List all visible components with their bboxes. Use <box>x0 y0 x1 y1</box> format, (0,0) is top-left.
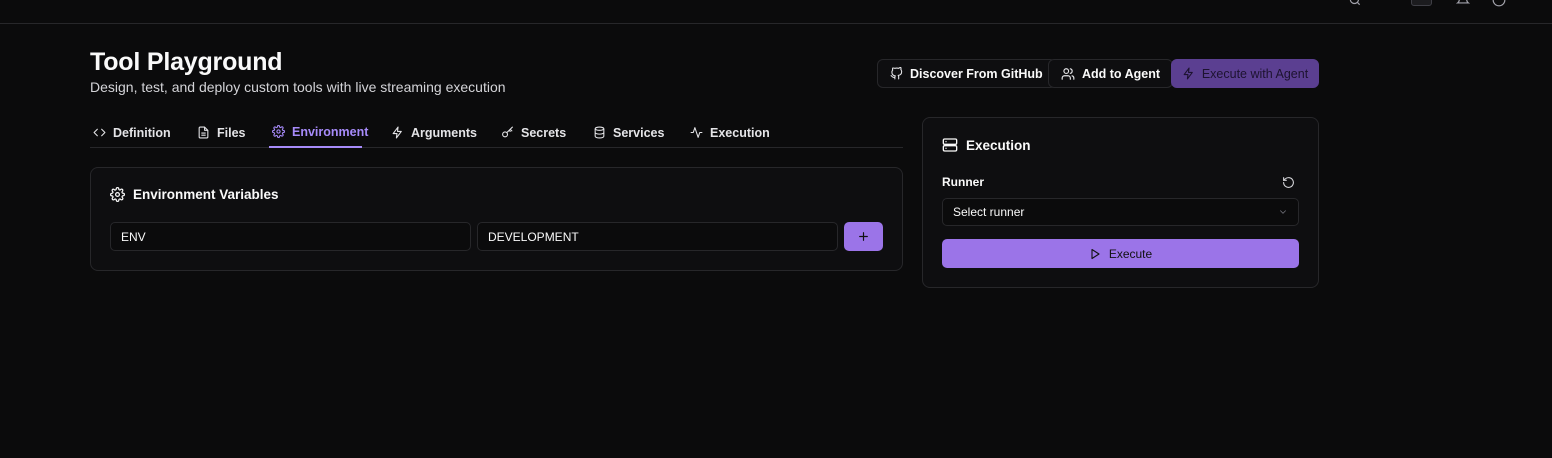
top-bar <box>0 0 1552 24</box>
tab-label: Environment <box>292 124 369 139</box>
env-key-input[interactable] <box>110 222 471 251</box>
tab-label: Execution <box>710 125 770 140</box>
tab-label: Arguments <box>411 125 477 140</box>
database-icon <box>593 126 606 139</box>
bolt-icon <box>1182 67 1195 80</box>
card-title: Environment Variables <box>133 187 279 202</box>
file-icon <box>197 126 210 139</box>
gear-icon <box>272 125 285 138</box>
add-to-agent-button[interactable]: Add to Agent <box>1048 59 1173 88</box>
runner-label: Runner <box>942 175 984 189</box>
refresh-icon[interactable] <box>1282 176 1295 189</box>
bell-icon[interactable] <box>1456 0 1470 7</box>
tab-environment[interactable]: Environment <box>269 117 368 148</box>
execute-with-agent-button[interactable]: Execute with Agent <box>1171 59 1319 88</box>
tab-secrets[interactable]: Secrets <box>498 117 569 148</box>
environment-variables-card <box>90 167 903 271</box>
execution-panel-header: Execution <box>942 137 1031 153</box>
code-icon <box>93 126 106 139</box>
runner-select[interactable]: Select runner <box>942 198 1299 226</box>
search-icon[interactable] <box>1348 0 1362 7</box>
discover-from-github-button[interactable]: Discover From GitHub <box>877 59 1056 88</box>
tab-bar: Definition Files Environment Arguments S… <box>90 117 903 148</box>
env-value-input[interactable] <box>477 222 838 251</box>
play-icon <box>1089 248 1101 260</box>
runner-select-value: Select runner <box>953 205 1025 219</box>
bolt-icon <box>391 126 404 139</box>
tab-arguments[interactable]: Arguments <box>388 117 480 148</box>
tab-execution[interactable]: Execution <box>687 117 773 148</box>
page-subtitle: Design, test, and deploy custom tools wi… <box>90 79 506 95</box>
tab-label: Services <box>613 125 665 140</box>
add-variable-button[interactable] <box>844 222 883 251</box>
environment-variables-header: Environment Variables <box>110 187 279 202</box>
execute-label: Execute <box>1108 246 1153 261</box>
discover-label: Discover From GitHub <box>910 66 1043 81</box>
execute-with-agent-label: Execute with Agent <box>1201 66 1309 81</box>
activity-icon <box>690 126 703 139</box>
tab-definition[interactable]: Definition <box>90 117 174 148</box>
tab-files[interactable]: Files <box>194 117 249 148</box>
add-to-agent-label: Add to Agent <box>1082 66 1160 81</box>
tab-label: Files <box>217 125 246 140</box>
chevron-down-icon <box>1278 207 1288 217</box>
gear-icon <box>110 187 125 202</box>
users-icon <box>1061 67 1075 81</box>
key-icon <box>501 126 514 139</box>
server-icon <box>942 137 958 153</box>
tab-services[interactable]: Services <box>590 117 667 148</box>
keyboard-shortcut-badge <box>1411 0 1432 6</box>
help-icon[interactable] <box>1492 0 1506 7</box>
execute-button[interactable]: Execute <box>942 239 1299 268</box>
page-title: Tool Playground <box>90 48 283 76</box>
panel-title: Execution <box>966 137 1031 153</box>
tab-label: Definition <box>113 125 171 140</box>
plus-icon <box>857 230 870 243</box>
tab-label: Secrets <box>521 125 567 140</box>
github-icon <box>890 67 903 80</box>
